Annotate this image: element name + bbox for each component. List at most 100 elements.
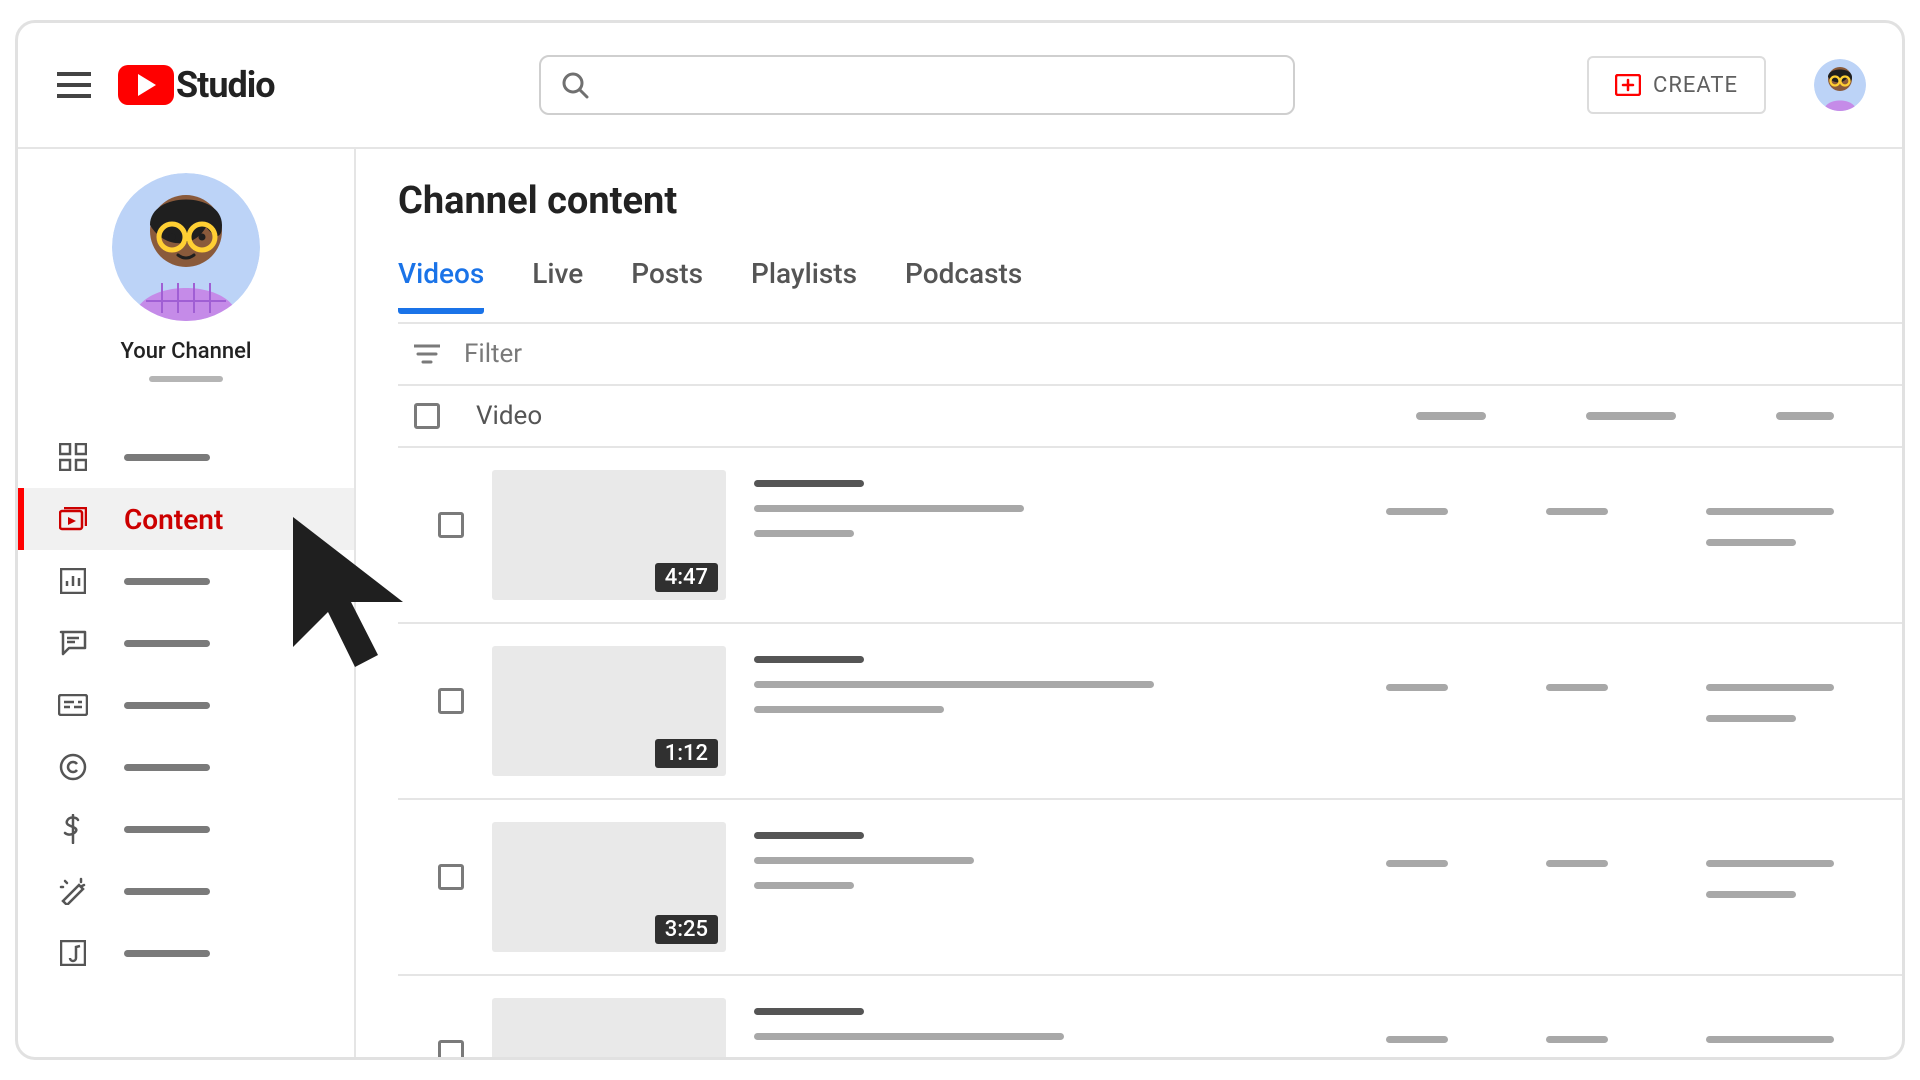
cell-placeholder: [1706, 539, 1796, 546]
sidebar-label-placeholder: [124, 950, 210, 957]
menu-button[interactable]: [54, 65, 94, 105]
studio-window: Studio CREATE: [15, 20, 1905, 1060]
sidebar-item-dashboard[interactable]: [18, 426, 354, 488]
video-info: [754, 470, 1024, 537]
video-duration: 1:12: [655, 739, 718, 768]
cell-placeholder: [1386, 860, 1448, 867]
sidebar-label-placeholder: [124, 578, 210, 585]
studio-logo[interactable]: Studio: [118, 64, 275, 106]
page-title: Channel content: [398, 179, 1902, 223]
content-icon: [58, 504, 88, 534]
main-content: Channel content Videos Live Posts Playli…: [356, 149, 1902, 1057]
video-title-placeholder: [754, 656, 864, 663]
video-desc-placeholder: [754, 706, 944, 713]
cell-placeholder: [1706, 860, 1834, 867]
dashboard-icon: [58, 442, 88, 472]
video-desc-placeholder: [754, 530, 854, 537]
row-checkbox[interactable]: [438, 1040, 464, 1057]
content-area: Filter Video 4:47: [398, 322, 1902, 1057]
sidebar-item-label: Content: [124, 503, 223, 536]
sidebar-item-customization[interactable]: [18, 860, 354, 922]
video-desc-placeholder: [754, 505, 1024, 512]
create-button[interactable]: CREATE: [1587, 56, 1766, 114]
channel-name: Your Channel: [120, 339, 251, 364]
channel-avatar[interactable]: [112, 173, 260, 321]
sidebar: Your Channel Content: [18, 149, 356, 1057]
cell-placeholder: [1546, 860, 1608, 867]
table-header: Video: [398, 386, 1902, 448]
cell-placeholder: [1706, 1036, 1834, 1043]
search-icon: [561, 71, 589, 99]
table-row[interactable]: 1:12: [398, 624, 1902, 800]
create-icon: [1615, 74, 1641, 96]
sidebar-item-subtitles[interactable]: [18, 674, 354, 736]
video-thumbnail[interactable]: 5:47: [492, 998, 726, 1057]
video-title-placeholder: [754, 832, 864, 839]
sidebar-item-comments[interactable]: [18, 612, 354, 674]
video-desc-placeholder: [754, 882, 854, 889]
sidebar-item-earn[interactable]: [18, 798, 354, 860]
video-desc-placeholder: [754, 681, 1154, 688]
analytics-icon: [58, 566, 88, 596]
tab-live[interactable]: Live: [532, 251, 583, 314]
sidebar-item-analytics[interactable]: [18, 550, 354, 612]
sidebar-nav: Content: [18, 426, 354, 984]
cell-placeholder: [1386, 508, 1448, 515]
video-info: [754, 646, 1154, 713]
sidebar-item-copyright[interactable]: [18, 736, 354, 798]
cell-placeholder: [1546, 508, 1608, 515]
tab-posts[interactable]: Posts: [631, 251, 703, 314]
video-thumbnail[interactable]: 4:47: [492, 470, 726, 600]
cell-placeholder: [1706, 891, 1796, 898]
row-checkbox[interactable]: [438, 864, 464, 890]
sidebar-item-audio[interactable]: [18, 922, 354, 984]
cell-placeholder: [1546, 684, 1608, 691]
sidebar-label-placeholder: [124, 454, 210, 461]
account-avatar[interactable]: [1814, 59, 1866, 111]
sidebar-label-placeholder: [124, 888, 210, 895]
sidebar-label-placeholder: [124, 702, 210, 709]
row-checkbox[interactable]: [438, 512, 464, 538]
earn-icon: [58, 814, 88, 844]
logo-text: Studio: [176, 64, 275, 106]
table-row[interactable]: 4:47: [398, 448, 1902, 624]
video-desc-placeholder: [754, 857, 974, 864]
magic-wand-icon: [58, 876, 88, 906]
filter-icon: [414, 344, 440, 364]
video-info: [754, 822, 974, 889]
video-title-placeholder: [754, 480, 864, 487]
video-thumbnail[interactable]: 1:12: [492, 646, 726, 776]
table-row[interactable]: 3:25: [398, 800, 1902, 976]
top-bar: Studio CREATE: [18, 23, 1902, 149]
youtube-play-icon: [118, 65, 174, 105]
video-duration: 4:47: [655, 563, 718, 592]
sidebar-item-content[interactable]: Content: [18, 488, 354, 550]
video-duration: 3:25: [655, 915, 718, 944]
tab-videos[interactable]: Videos: [398, 251, 484, 314]
filter-bar[interactable]: Filter: [398, 324, 1902, 386]
channel-handle-placeholder: [149, 376, 223, 382]
video-info: [754, 998, 1064, 1057]
select-all-checkbox[interactable]: [414, 403, 440, 429]
tab-podcasts[interactable]: Podcasts: [905, 251, 1022, 314]
cell-placeholder: [1706, 508, 1834, 515]
cell-placeholder: [1706, 715, 1796, 722]
cell-placeholder: [1706, 684, 1834, 691]
row-checkbox[interactable]: [438, 688, 464, 714]
sidebar-label-placeholder: [124, 764, 210, 771]
table-row[interactable]: 5:47: [398, 976, 1902, 1057]
column-video: Video: [476, 401, 542, 431]
cell-placeholder: [1546, 1036, 1608, 1043]
search-input[interactable]: [539, 55, 1295, 115]
filter-label: Filter: [464, 339, 522, 369]
video-thumbnail[interactable]: 3:25: [492, 822, 726, 952]
cell-placeholder: [1386, 684, 1448, 691]
tab-playlists[interactable]: Playlists: [751, 251, 857, 314]
sidebar-label-placeholder: [124, 640, 210, 647]
video-rows: 4:47: [398, 448, 1902, 1057]
audio-library-icon: [58, 938, 88, 968]
create-label: CREATE: [1653, 73, 1738, 98]
video-desc-placeholder: [754, 1033, 1064, 1040]
body: Your Channel Content: [18, 149, 1902, 1057]
column-placeholder: [1776, 412, 1834, 420]
